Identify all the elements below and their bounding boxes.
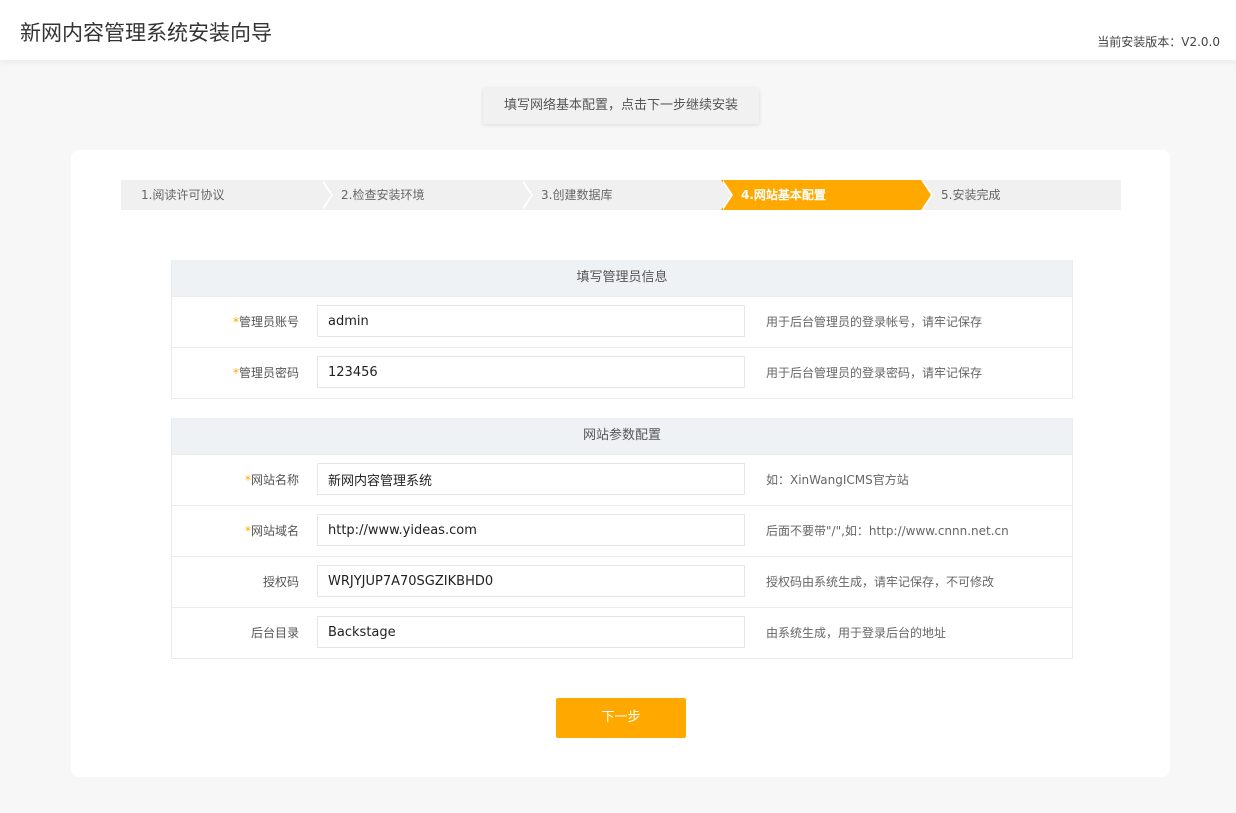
page-title: 新网内容管理系统安装向导 [20,21,272,45]
step-label: 3.创建数据库 [541,188,613,202]
step-4-active: 4.网站基本配置 [721,180,933,210]
section-title: 网站参数配置 [172,418,1072,454]
instruction-tip: 填写网络基本配置，点击下一步继续安装 [483,88,759,124]
form-row-admin-password: *管理员密码 用于后台管理员的登录密码，请牢记保存 [172,347,1072,398]
form-row-admin-account: *管理员账号 用于后台管理员的登录帐号，请牢记保存 [172,296,1072,347]
step-2: 2.检查安装环境 [321,180,533,210]
field-hint: 由系统生成，用于登录后台的地址 [766,626,947,640]
field-hint: 如：XinWangICMS官方站 [766,473,909,487]
form-row-license-code: 授权码 授权码由系统生成，请牢记保存，不可修改 [172,556,1072,607]
field-hint: 用于后台管理员的登录密码，请牢记保存 [766,366,983,380]
site-section: 网站参数配置 *网站名称 如：XinWangICMS官方站 *网站域名 后面不要… [171,418,1073,659]
section-title: 填写管理员信息 [172,260,1072,296]
admin-directory-input[interactable] [317,616,745,648]
step-label: 2.检查安装环境 [341,188,425,202]
step-label: 4.网站基本配置 [741,188,826,202]
admin-password-input[interactable] [317,356,745,388]
step-progress: 1.阅读许可协议 2.检查安装环境 3.创建数据库 4.网站基本配置 5.安装完… [121,180,1121,210]
field-hint: 用于后台管理员的登录帐号，请牢记保存 [766,315,983,329]
version-label: 当前安装版本：V2.0.0 [1097,35,1220,49]
step-5: 5.安装完成 [921,180,1121,210]
step-label: 1.阅读许可协议 [141,188,225,202]
license-code-input[interactable] [317,565,745,597]
field-hint: 后面不要带"/",如：http://www.cnnn.net.cn [766,524,1009,538]
admin-account-input[interactable] [317,305,745,337]
form-row-site-domain: *网站域名 后面不要带"/",如：http://www.cnnn.net.cn [172,505,1072,556]
form-row-admin-directory: 后台目录 由系统生成，用于登录后台的地址 [172,607,1072,658]
field-label: *管理员账号 [232,315,299,329]
field-label: 授权码 [262,575,299,589]
install-card: 1.阅读许可协议 2.检查安装环境 3.创建数据库 4.网站基本配置 5.安装完… [71,150,1170,777]
step-3: 3.创建数据库 [521,180,733,210]
field-label: *管理员密码 [232,366,299,380]
field-label: *网站域名 [244,524,299,538]
field-label: *网站名称 [244,473,299,487]
site-domain-input[interactable] [317,514,745,546]
form-row-site-name: *网站名称 如：XinWangICMS官方站 [172,454,1072,505]
header: 新网内容管理系统安装向导 当前安装版本：V2.0.0 [0,0,1236,60]
next-step-button[interactable]: 下一步 [556,698,686,738]
field-hint: 授权码由系统生成，请牢记保存，不可修改 [766,575,995,589]
admin-section: 填写管理员信息 *管理员账号 用于后台管理员的登录帐号，请牢记保存 *管理员密码… [171,260,1073,399]
step-label: 5.安装完成 [941,188,1001,202]
field-label: 后台目录 [250,626,299,640]
site-name-input[interactable] [317,463,745,495]
step-1: 1.阅读许可协议 [121,180,333,210]
